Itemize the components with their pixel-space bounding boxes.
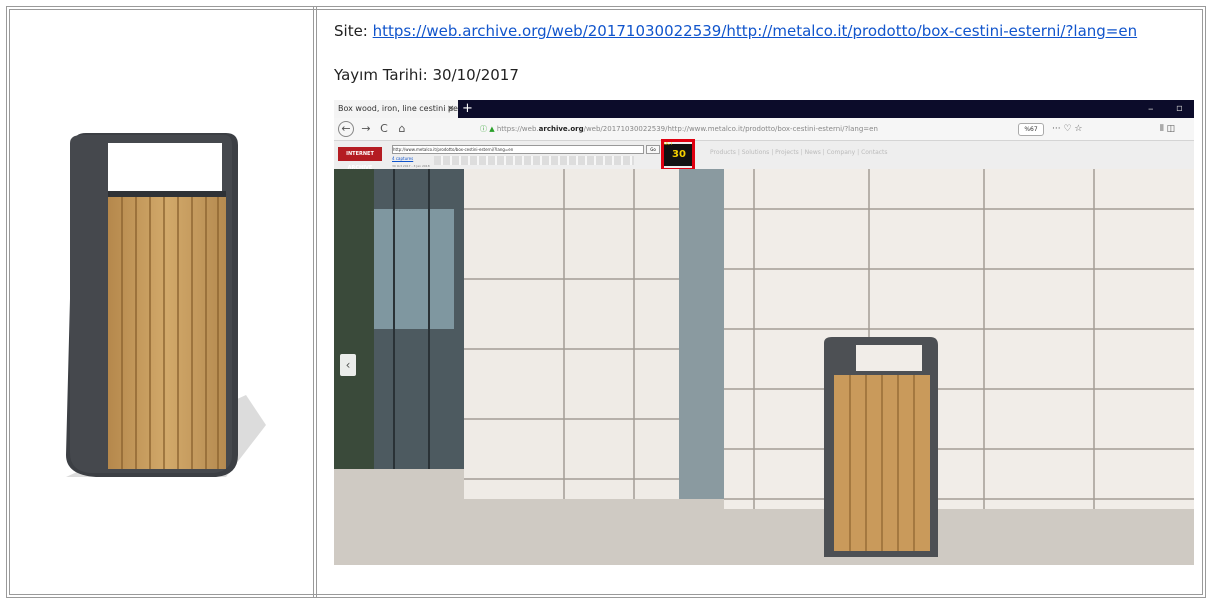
- site-url-link[interactable]: https://web.archive.org/web/201710300225…: [373, 22, 1137, 40]
- archived-page-screenshot: Box wood, iron, line cestini per este × …: [334, 100, 1194, 565]
- wayback-url-input: http://www.metalco.it/prodotto/box-cesti…: [392, 145, 644, 154]
- close-icon: ×: [447, 104, 455, 114]
- product-photo-scene: [334, 169, 1194, 565]
- site-menu: Products | Solutions | Projects | News |…: [710, 149, 888, 156]
- maximize-icon: ▫: [1176, 103, 1183, 114]
- publish-date: 30/10/2017: [432, 66, 519, 84]
- lock-icon: ⓘ ▲: [480, 125, 497, 133]
- tab-title: Box wood, iron, line cestini per este: [338, 104, 458, 113]
- page-actions-icons: ··· ♡ ☆: [1052, 124, 1083, 134]
- library-icons: ⫴ ◫: [1160, 124, 1176, 134]
- product-image-bin: [66, 133, 266, 477]
- wayback-captures-link: 4 captures: [392, 156, 414, 161]
- minimize-icon: –: [1148, 102, 1154, 115]
- chevron-left-icon: ‹: [340, 354, 356, 376]
- site-line: Site: https://web.archive.org/web/201710…: [334, 22, 1137, 40]
- reload-icon: C: [380, 122, 388, 135]
- address-bar: ⓘ ▲ https://web.archive.org/web/20171030…: [480, 121, 1080, 137]
- wayback-toolbar: INTERNET ARCHIVE http://www.metalco.it/p…: [334, 141, 1194, 171]
- forward-icon: →: [361, 122, 371, 135]
- browser-nav-bar: ← → C ⌂ ⓘ ▲ https://web.archive.org/web/…: [334, 118, 1194, 141]
- publish-label: Yayım Tarihi:: [334, 66, 428, 84]
- wayback-calendar-strip: [434, 156, 634, 165]
- back-icon: ←: [338, 121, 354, 137]
- browser-tab: Box wood, iron, line cestini per este ×: [334, 100, 458, 118]
- url-path: /web/20171030022539/http://www.metalco.i…: [583, 125, 878, 133]
- browser-tab-bar: Box wood, iron, line cestini per este × …: [334, 100, 1194, 118]
- home-icon: ⌂: [398, 122, 406, 135]
- site-label: Site:: [334, 22, 368, 40]
- publish-date-line: Yayım Tarihi: 30/10/2017: [334, 66, 519, 84]
- new-tab-icon: +: [462, 101, 473, 116]
- column-divider: [313, 7, 314, 597]
- zoom-badge: %67: [1018, 123, 1044, 136]
- wayback-go-button: Go: [646, 145, 660, 154]
- highlight-box: [661, 139, 695, 171]
- url-prefix: https://web.: [496, 125, 539, 133]
- wayback-captures-range: 30 Oct 2017 - 3 Jan 2018: [392, 164, 430, 168]
- column-divider: [316, 7, 317, 597]
- wayback-logo: INTERNET ARCHIVE: [338, 147, 382, 171]
- url-domain: archive.org: [538, 125, 584, 133]
